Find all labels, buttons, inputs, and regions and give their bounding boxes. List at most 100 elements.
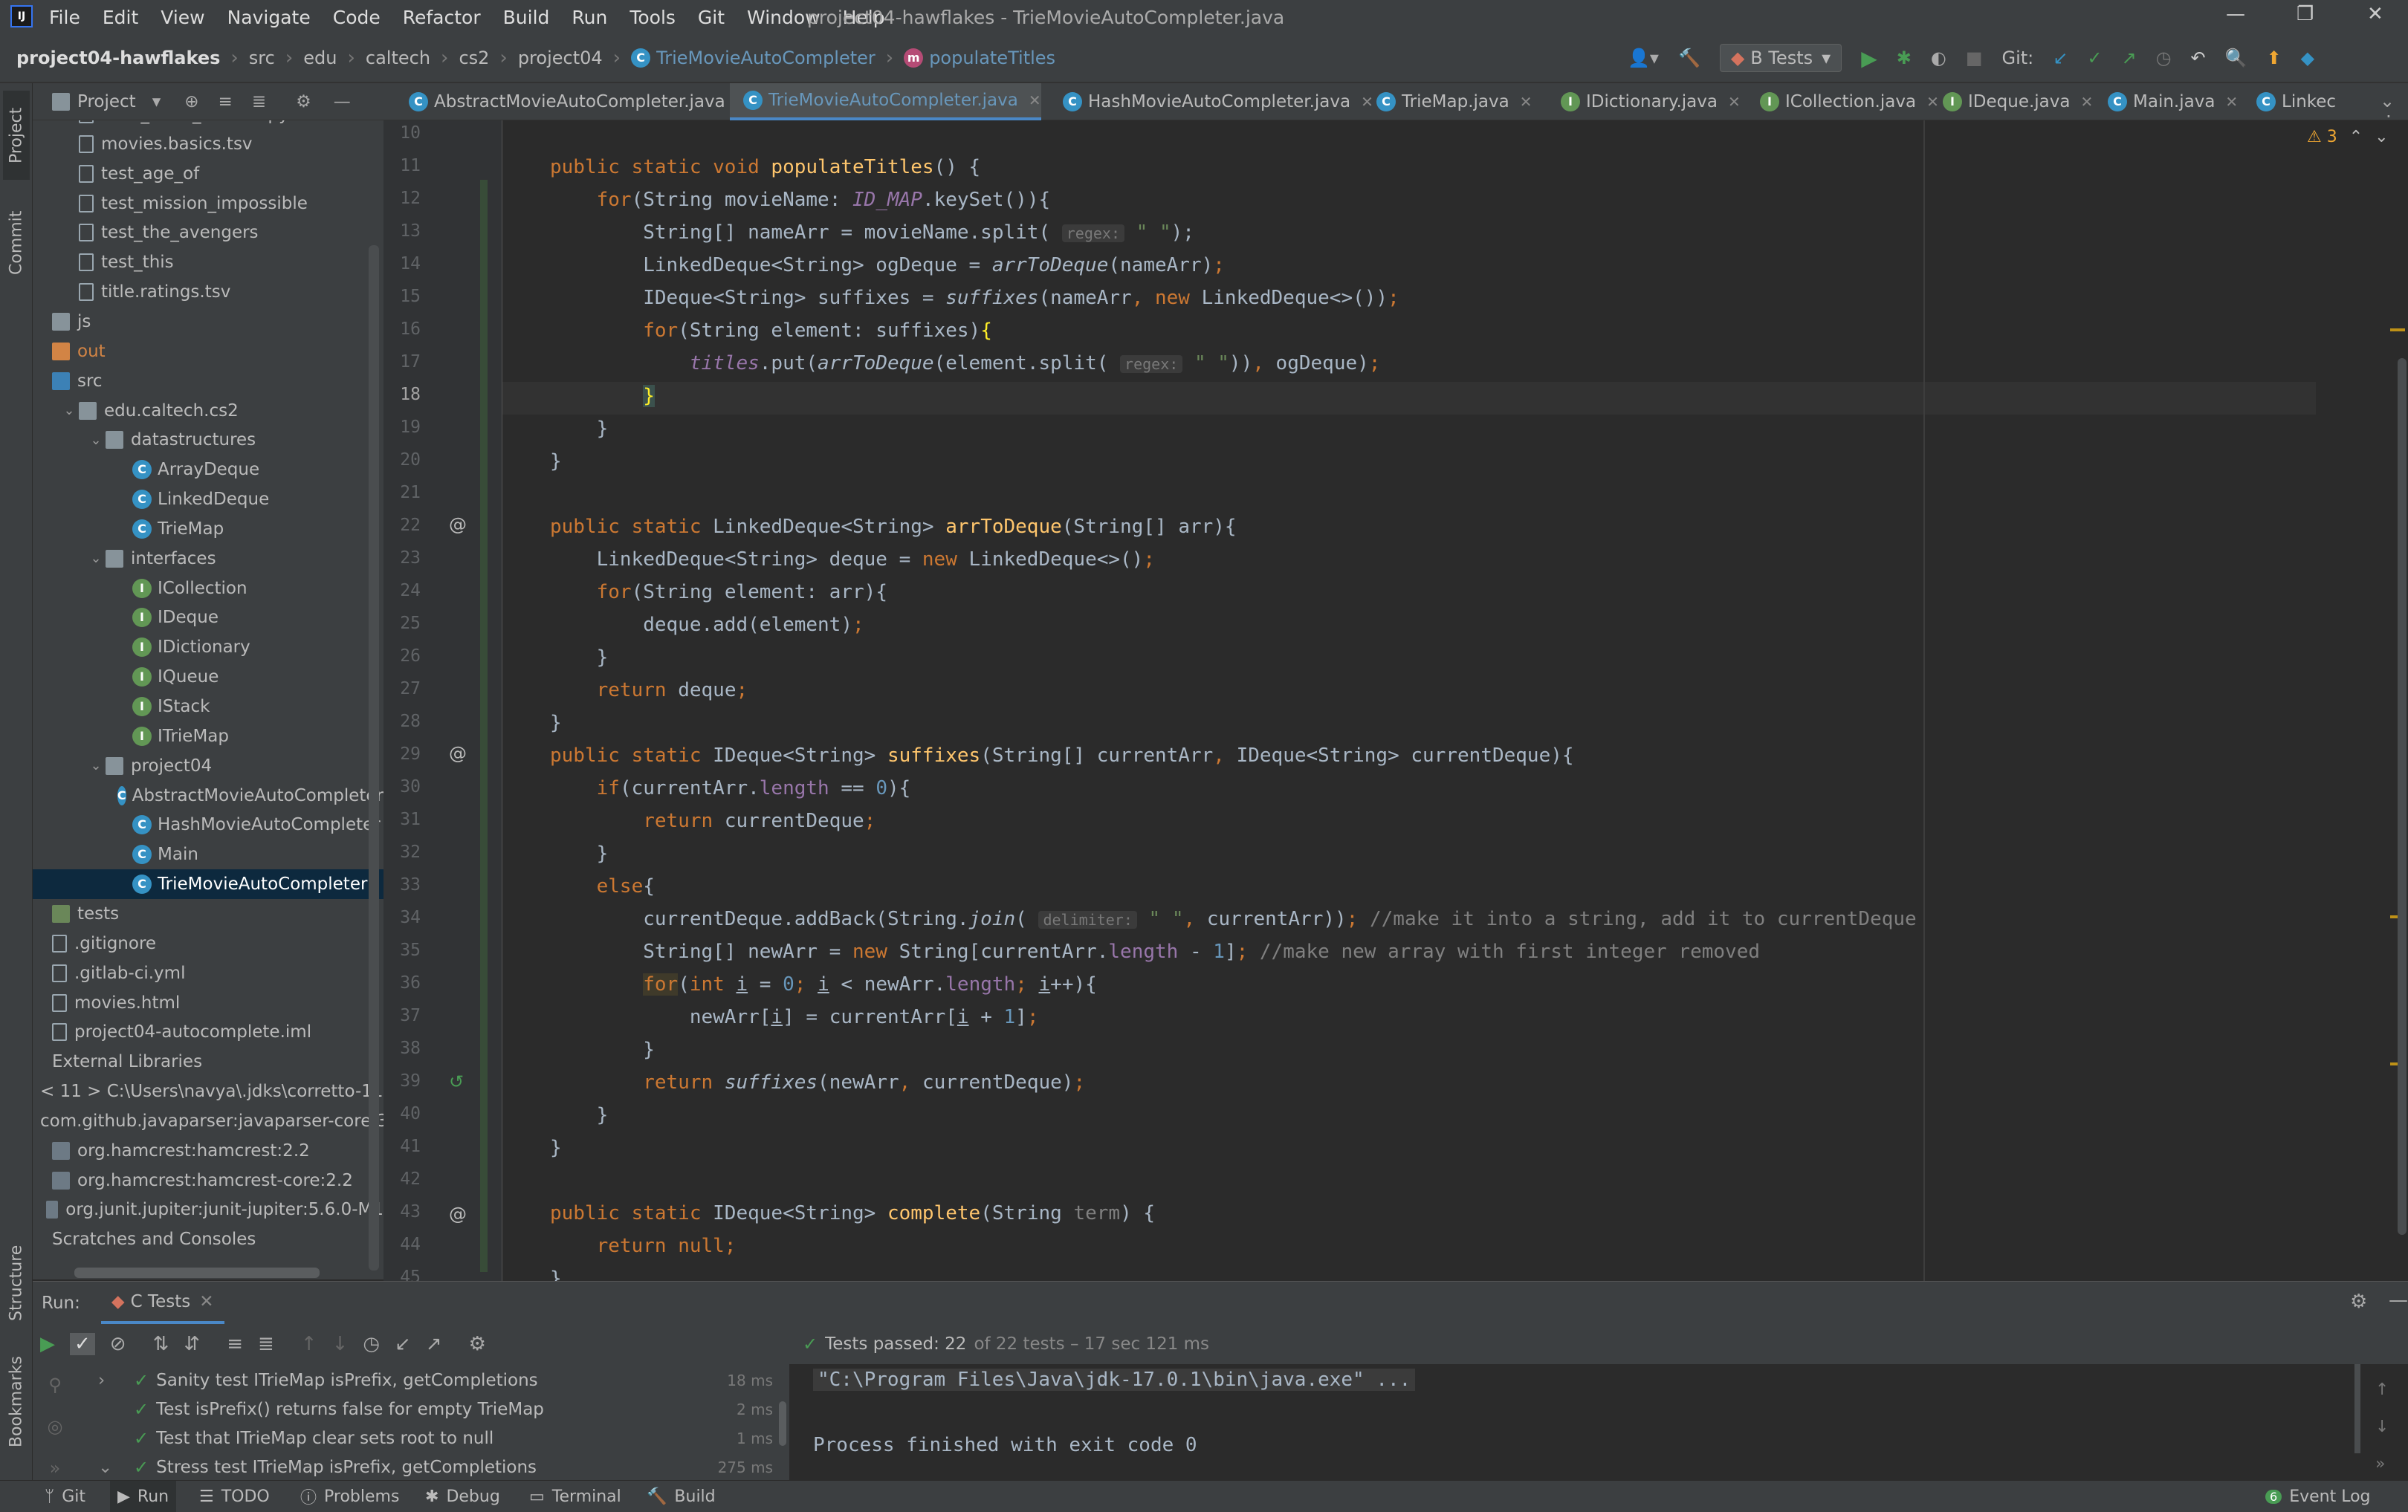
status-tab-git[interactable]: ᛘ Git [45, 1481, 85, 1512]
breadcrumb-src[interactable]: src [249, 48, 275, 68]
tree-item[interactable]: test_age_of [33, 159, 383, 189]
scroll-down-icon[interactable]: ↓ [2375, 1409, 2389, 1446]
tree-item[interactable]: C TrieMovieAutoCompleter [33, 869, 383, 900]
menu-run[interactable]: Run [572, 7, 607, 28]
gear-icon[interactable]: ⚙ [469, 1333, 486, 1355]
tree-item[interactable]: org.hamcrest:hamcrest-core:2.2 [33, 1166, 383, 1195]
editor-scrollbar[interactable] [2398, 358, 2407, 1235]
tree-item[interactable]: .gitlab-ci.yml [33, 958, 383, 988]
git-commit-icon[interactable]: ✓ [2087, 48, 2102, 68]
override-icon[interactable]: @ [449, 514, 467, 535]
run-tab[interactable]: ◆ C Tests ✕ [100, 1282, 224, 1324]
code-editor[interactable]: 10 11 12 13 14 15 16 17 18 19 20 21 22 23 24 25 26 27 28 29… [383, 120, 2408, 1281]
breadcrumb-project04[interactable]: project04 [518, 48, 603, 68]
more-icon[interactable]: » [2375, 1446, 2389, 1483]
status-tab-todo[interactable]: ☰ TODO [199, 1481, 270, 1512]
tree-item[interactable]: ⌄ interfaces [33, 544, 383, 574]
editor-tab[interactable]: C Main.java ✕ [2094, 83, 2238, 120]
history-icon[interactable]: ◷ [363, 1333, 380, 1355]
editor-tab[interactable]: I ICollection.java ✕ [1747, 83, 1939, 120]
breadcrumb-method[interactable]: populateTitles [929, 48, 1055, 68]
close-icon[interactable]: ✕ [2080, 93, 2093, 111]
tree-item[interactable]: test_this [33, 247, 383, 277]
debug-icon[interactable]: ✱ [1897, 48, 1912, 68]
chevron-up-icon[interactable]: ⌃ [2349, 128, 2363, 146]
menu-navigate[interactable]: Navigate [227, 7, 311, 28]
history-icon[interactable]: ◷ [2156, 48, 2172, 68]
tree-item[interactable]: C HashMovieAutoCompleter [33, 810, 383, 840]
editor-tab[interactable]: C Linkec [2243, 83, 2336, 120]
menu-code[interactable]: Code [333, 7, 381, 28]
collapse-all-icon[interactable]: ≣ [252, 92, 266, 111]
tree-item[interactable]: src [33, 366, 383, 396]
status-tab-build[interactable]: 🔨 Build [647, 1481, 716, 1512]
plugin-icon[interactable]: ◆ [2301, 48, 2314, 68]
show-passed-icon[interactable]: ✓ [70, 1333, 95, 1355]
editor-tab[interactable]: I IDeque.java ✕ [1929, 83, 2093, 120]
event-log[interactable]: 6 Event Log [2265, 1481, 2371, 1512]
tree-item[interactable]: C ArrayDeque [33, 455, 383, 484]
menu-tools[interactable]: Tools [629, 7, 676, 28]
git-update-icon[interactable]: ↙ [2053, 48, 2068, 68]
chevron-down-icon[interactable]: ⌄ [59, 403, 79, 418]
user-icon[interactable]: 👤▾ [1628, 48, 1659, 68]
more-icon[interactable]: » [33, 1447, 77, 1480]
tool-tab-commit[interactable]: Commit [3, 195, 30, 291]
tree-item[interactable]: I IDeque [33, 603, 383, 632]
tool-tab-structure[interactable]: Structure [3, 1227, 30, 1339]
tree-item[interactable]: C AbstractMovieAutoCompleter [33, 781, 383, 811]
locate-icon[interactable]: ⊕ [184, 92, 198, 111]
tree-item[interactable]: test_the_avengers [33, 218, 383, 247]
export-tests-icon[interactable]: ↗ [426, 1333, 442, 1355]
next-failed-icon[interactable]: ↓ [332, 1333, 349, 1355]
breadcrumb-class[interactable]: TrieMovieAutoCompleter [656, 48, 876, 68]
editor-tab[interactable]: I IDictionary.java ✕ [1547, 83, 1741, 120]
tree-item[interactable]: < 11 > C:\Users\navya\.jdks\corretto-11. [33, 1077, 383, 1106]
tree-item[interactable]: Scratches and Consoles [33, 1224, 383, 1254]
status-tab-terminal[interactable]: ▭ Terminal [529, 1481, 621, 1512]
console-command-line[interactable]: "C:\Program Files\Java\jdk-17.0.1\bin\ja… [813, 1369, 1416, 1391]
hide-panel-icon[interactable]: — [2389, 1289, 2408, 1311]
tree-item[interactable]: org.hamcrest:hamcrest:2.2 [33, 1136, 383, 1166]
editor-tab[interactable]: C TrieMovieAutoCompleter.java ✕ [730, 83, 1041, 120]
project-scrollbar[interactable] [369, 245, 379, 1271]
editor-tab[interactable]: C TrieMap.java ✕ [1363, 83, 1532, 120]
override-icon[interactable]: @ [449, 743, 467, 764]
tree-item[interactable]: title.ratings.tsv [33, 277, 383, 307]
project-view-selector[interactable]: Project [77, 92, 136, 111]
expand-all-icon[interactable]: ≡ [219, 92, 233, 111]
minimize-button[interactable]: — [2226, 3, 2245, 25]
chevron-icon[interactable]: ⌄ [98, 1458, 112, 1477]
tree-item[interactable]: tests [33, 899, 383, 929]
prev-failed-icon[interactable]: ↑ [301, 1333, 317, 1355]
chevron-down-icon[interactable]: ⌄ [86, 551, 106, 566]
status-tab-run[interactable]: ▶ Run [110, 1481, 177, 1512]
test-result-row[interactable]: ⌄ ✓ Stress test ITrieMap isPrefix, getComp… [98, 1453, 773, 1480]
tree-item[interactable]: ⌄ datastructures [33, 425, 383, 455]
chevron-down-icon[interactable]: ⌄ [2375, 128, 2388, 146]
sort-alpha-icon[interactable]: ⇅ [153, 1333, 169, 1355]
close-icon[interactable]: ✕ [1728, 93, 1741, 111]
status-tab-problems[interactable]: ⓘ Problems [300, 1481, 399, 1512]
menu-view[interactable]: View [161, 7, 204, 28]
update-icon[interactable]: ⬆ [2267, 48, 2282, 68]
chevron-down-icon[interactable]: ⌄ [86, 432, 106, 448]
close-icon[interactable]: ✕ [2225, 93, 2238, 111]
run-icon[interactable]: ▶ [1861, 46, 1877, 71]
breadcrumb-project[interactable]: project04-hawflakes [16, 48, 220, 68]
close-icon[interactable]: ✕ [199, 1292, 213, 1311]
tool-tab-bookmarks[interactable]: Bookmarks [3, 1346, 30, 1458]
editor-tab[interactable]: CAbstractMovieAutoCompleter.java✕ [395, 83, 748, 120]
tree-item[interactable]: ⌄ project04 [33, 751, 383, 781]
tree-item[interactable]: C TrieMap [33, 514, 383, 544]
inspection-widget[interactable]: ⚠ 3 ⌃ ⌄ [2307, 128, 2389, 146]
build-hammer-icon[interactable]: 🔨 [1678, 48, 1700, 68]
expand-all-icon[interactable]: ≡ [227, 1333, 243, 1355]
gear-icon[interactable]: ⚙ [296, 92, 311, 111]
run-console[interactable]: "C:\Program Files\Java\jdk-17.0.1\bin\ja… [789, 1364, 2408, 1480]
tree-item[interactable]: project04-autocomplete.iml [33, 1017, 383, 1047]
tree-item[interactable]: js [33, 307, 383, 337]
pin-icon[interactable]: ⚲ [33, 1364, 77, 1406]
scroll-up-icon[interactable]: ↑ [2375, 1372, 2389, 1409]
project-hscrollbar[interactable] [74, 1268, 320, 1278]
